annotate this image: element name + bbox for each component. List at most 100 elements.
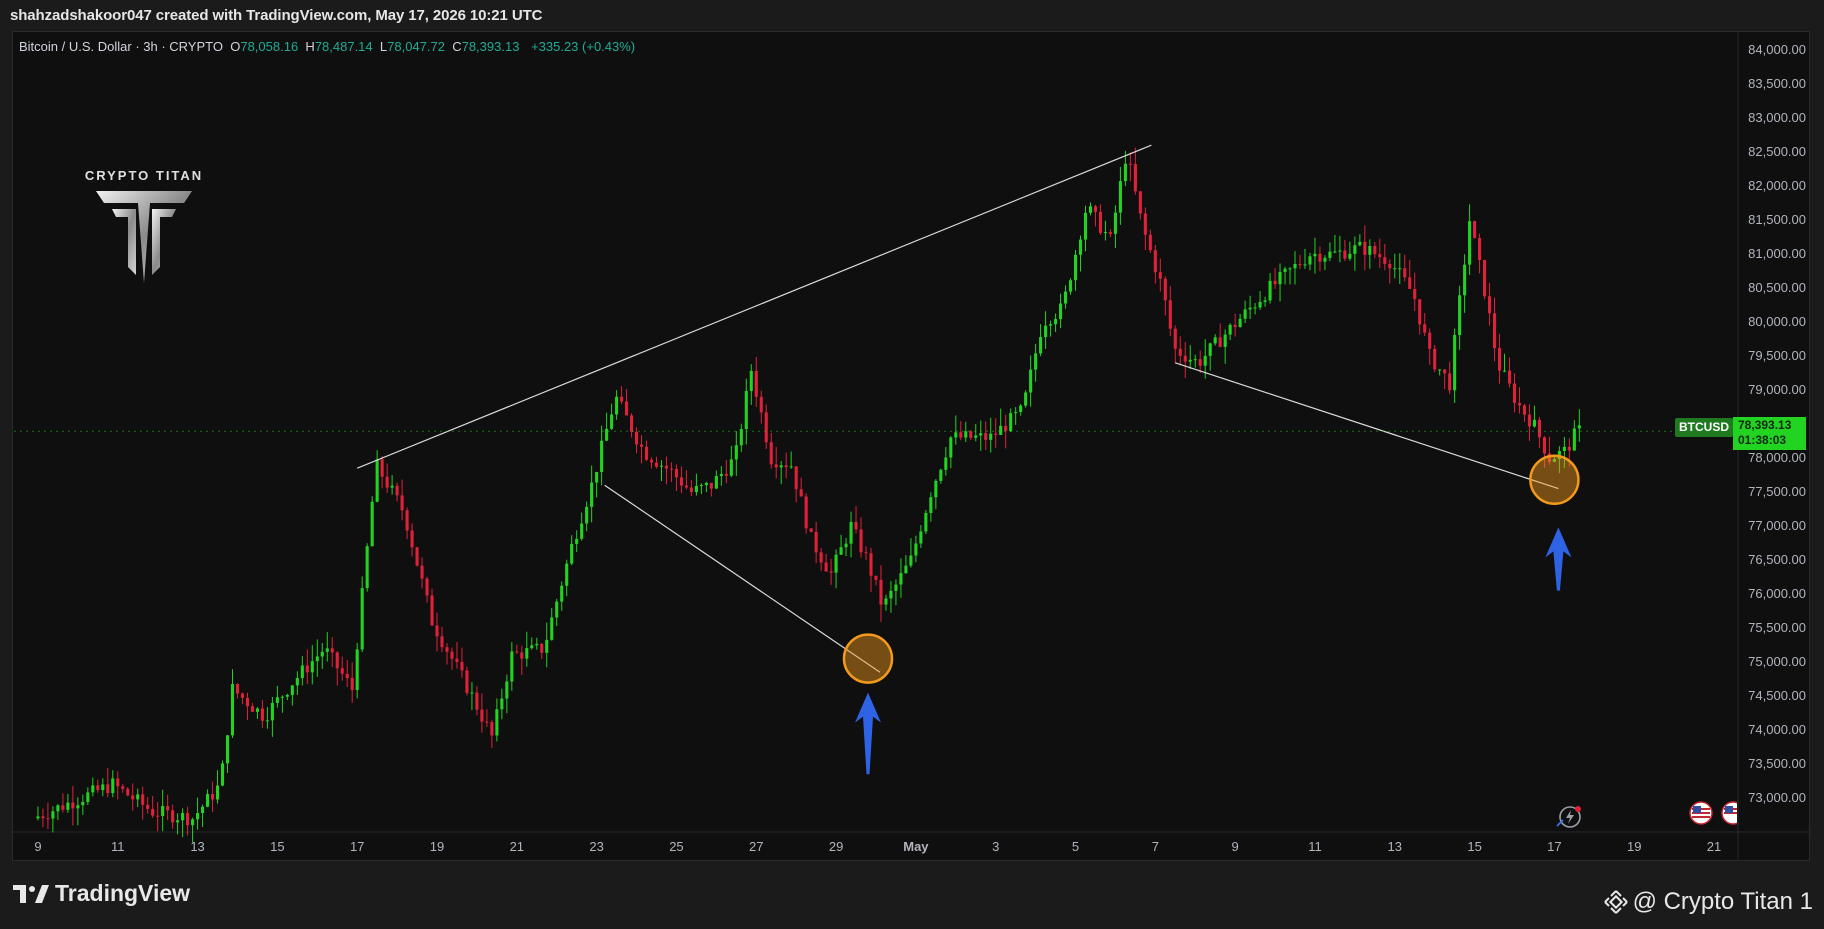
candle-down bbox=[395, 485, 399, 496]
y-tick-label: 74,000.00 bbox=[1748, 722, 1806, 737]
candle-down bbox=[625, 401, 629, 416]
candle-down bbox=[644, 446, 649, 460]
candle-up bbox=[979, 433, 983, 436]
candle-up bbox=[91, 785, 95, 793]
candle-up bbox=[270, 702, 274, 721]
candle-down bbox=[799, 489, 803, 497]
candle-up bbox=[280, 696, 284, 698]
candle-down bbox=[460, 661, 464, 671]
candle-up bbox=[1238, 318, 1242, 327]
candle-down bbox=[1178, 348, 1182, 356]
candle-down bbox=[769, 442, 773, 465]
candle-up bbox=[1059, 303, 1063, 320]
candle-down bbox=[156, 815, 160, 817]
symbol-price-tag: BTCUSD bbox=[1675, 418, 1733, 437]
candle-up bbox=[215, 785, 220, 800]
candle-down bbox=[385, 476, 389, 488]
y-tick-label: 78,000.00 bbox=[1748, 450, 1806, 465]
titan-emblem-icon bbox=[96, 191, 192, 283]
candle-down bbox=[824, 562, 828, 572]
y-tick-label: 77,500.00 bbox=[1748, 484, 1806, 499]
y-tick-label: 75,500.00 bbox=[1748, 620, 1806, 635]
tradingview-logo[interactable]: TradingView bbox=[13, 880, 190, 907]
candle-down bbox=[1507, 370, 1512, 384]
candle-up bbox=[1532, 419, 1536, 427]
candle-up bbox=[580, 523, 584, 539]
candle-down bbox=[1108, 232, 1112, 234]
candle-down bbox=[410, 530, 414, 548]
candle-down bbox=[669, 468, 674, 470]
candle-up bbox=[570, 543, 574, 564]
candle-down bbox=[121, 786, 125, 789]
candle-up bbox=[834, 554, 838, 573]
candle-up bbox=[101, 784, 105, 791]
candle-up bbox=[1458, 295, 1462, 335]
candle-up bbox=[1188, 359, 1192, 362]
candle-down bbox=[1492, 313, 1497, 349]
y-tick-label: 82,000.00 bbox=[1748, 178, 1806, 193]
candle-up bbox=[1009, 413, 1013, 432]
x-tick-label: 21 bbox=[1707, 839, 1721, 854]
legend-close: 78,393.13 bbox=[461, 39, 520, 54]
candle-down bbox=[350, 678, 354, 691]
y-tick-label: 80,000.00 bbox=[1748, 314, 1806, 329]
candle-down bbox=[969, 431, 973, 438]
candle-up bbox=[86, 792, 90, 802]
candle-up bbox=[275, 697, 279, 703]
candle-up bbox=[555, 601, 559, 618]
x-tick-label: 9 bbox=[1232, 839, 1239, 854]
candle-up bbox=[230, 684, 235, 736]
candle-down bbox=[235, 684, 240, 694]
trendline bbox=[356, 144, 1152, 469]
candle-up bbox=[136, 794, 140, 800]
candle-down bbox=[1363, 241, 1367, 255]
candle-up bbox=[904, 565, 908, 574]
candle-up bbox=[999, 425, 1003, 435]
candle-down bbox=[400, 495, 404, 511]
candle-down bbox=[1133, 164, 1137, 192]
candle-down bbox=[1478, 237, 1482, 260]
legend-high-label: H bbox=[305, 39, 315, 54]
candle-up bbox=[909, 555, 913, 566]
candle-up bbox=[1078, 239, 1083, 255]
candle-up bbox=[954, 432, 958, 438]
candle-up bbox=[1103, 232, 1107, 234]
y-tick-label: 82,500.00 bbox=[1748, 144, 1806, 159]
currency-flags[interactable] bbox=[1689, 801, 1737, 825]
candle-up bbox=[889, 590, 893, 599]
page: shahzadshakoor047 created with TradingVi… bbox=[0, 0, 1824, 929]
y-tick-label: 84,000.00 bbox=[1748, 42, 1806, 57]
x-tick-label: 15 bbox=[270, 839, 284, 854]
candle-up bbox=[1044, 325, 1048, 338]
x-tick-label: 17 bbox=[350, 839, 364, 854]
candle-up bbox=[500, 698, 504, 710]
candle-down bbox=[1373, 246, 1377, 255]
x-tick-label: 25 bbox=[669, 839, 683, 854]
candle-down bbox=[166, 806, 170, 811]
y-tick-label: 81,000.00 bbox=[1748, 246, 1806, 261]
candle-down bbox=[380, 459, 384, 477]
candle-up bbox=[939, 469, 943, 481]
ohlc-legend: Bitcoin / U.S. Dollar · 3h · CRYPTO O78,… bbox=[19, 39, 635, 54]
candlestick-chart[interactable]: 84,000.00 83,500.00 83,000.00 82,500.00 82,0… bbox=[0, 0, 1824, 862]
candle-down bbox=[864, 552, 868, 554]
candle-up bbox=[1353, 245, 1357, 254]
candle-down bbox=[330, 648, 334, 653]
candle-up bbox=[1338, 250, 1342, 252]
x-tick-label: 15 bbox=[1467, 839, 1481, 854]
candle-up bbox=[111, 778, 115, 794]
y-tick-label: 74,500.00 bbox=[1748, 688, 1806, 703]
candle-down bbox=[430, 595, 434, 626]
candle-down bbox=[61, 805, 65, 810]
replay-button[interactable] bbox=[1556, 804, 1582, 830]
candle-down bbox=[804, 496, 808, 529]
y-tick-label: 73,500.00 bbox=[1748, 756, 1806, 771]
candle-down bbox=[475, 692, 479, 710]
candle-up bbox=[1213, 337, 1217, 344]
candle-up bbox=[929, 497, 933, 513]
candle-up bbox=[81, 801, 85, 806]
candle-down bbox=[664, 465, 669, 469]
candle-down bbox=[106, 784, 110, 794]
candle-up bbox=[749, 370, 753, 391]
candle-up bbox=[36, 816, 40, 819]
